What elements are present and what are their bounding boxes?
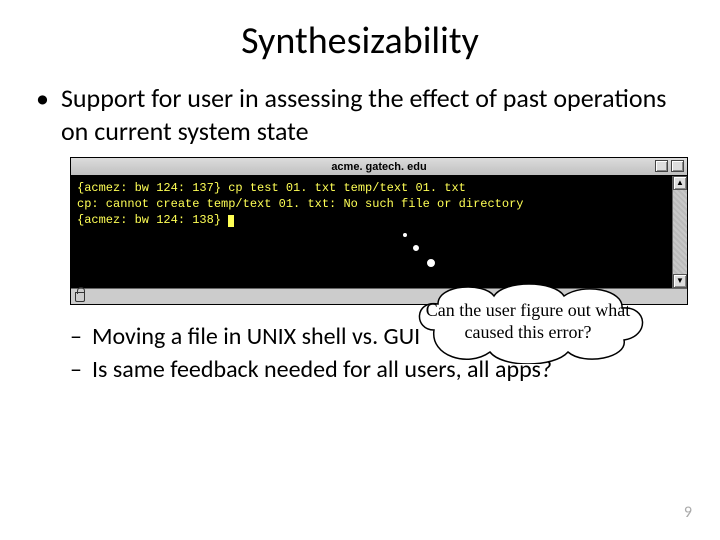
cursor-icon [228, 215, 234, 227]
bullet-marker: – [70, 354, 82, 385]
terminal-content[interactable]: {acmez: bw 124: 137} cp test 01. txt tem… [71, 176, 672, 288]
prompt: {acmez: bw 124: 138} [77, 213, 221, 227]
window-buttons [655, 160, 684, 172]
bullet-text: Support for user in assessing the effect… [61, 82, 684, 147]
bullet-item: • Support for user in assessing the effe… [36, 82, 684, 147]
bubble-tail-icon [412, 244, 420, 252]
error-text: cp: cannot create temp/text 01. txt: No … [77, 197, 523, 211]
bubble-tail-icon [426, 258, 436, 268]
scroll-down-icon[interactable]: ▼ [673, 274, 687, 288]
terminal-titlebar: acme. gatech. edu [71, 158, 687, 176]
terminal-body: {acmez: bw 124: 137} cp test 01. txt tem… [71, 176, 687, 288]
terminal-line: cp: cannot create temp/text 01. txt: No … [77, 196, 666, 212]
scroll-up-icon[interactable]: ▲ [673, 176, 687, 190]
bubble-tail-icon [402, 232, 408, 238]
scroll-track[interactable] [673, 190, 687, 274]
bullet-marker: • [36, 82, 49, 115]
scrollbar[interactable]: ▲ ▼ [672, 176, 687, 288]
sub-bullet-text: Moving a file in UNIX shell vs. GUI [92, 321, 420, 352]
lock-icon [75, 292, 85, 302]
window-button-icon[interactable] [655, 160, 668, 172]
thought-bubble: Can the user figure out what caused this… [404, 280, 652, 364]
terminal-title: acme. gatech. edu [331, 161, 426, 173]
command-text: cp test 01. txt temp/text 01. txt [221, 181, 466, 195]
terminal-line: {acmez: bw 124: 138} [77, 212, 666, 228]
page-number: 9 [684, 503, 692, 522]
slide-title: Synthesizability [36, 18, 684, 64]
terminal-line: {acmez: bw 124: 137} cp test 01. txt tem… [77, 180, 666, 196]
bubble-text: Can the user figure out what caused this… [404, 300, 652, 343]
window-button-icon[interactable] [671, 160, 684, 172]
prompt: {acmez: bw 124: 137} [77, 181, 221, 195]
bullet-marker: – [70, 321, 82, 352]
